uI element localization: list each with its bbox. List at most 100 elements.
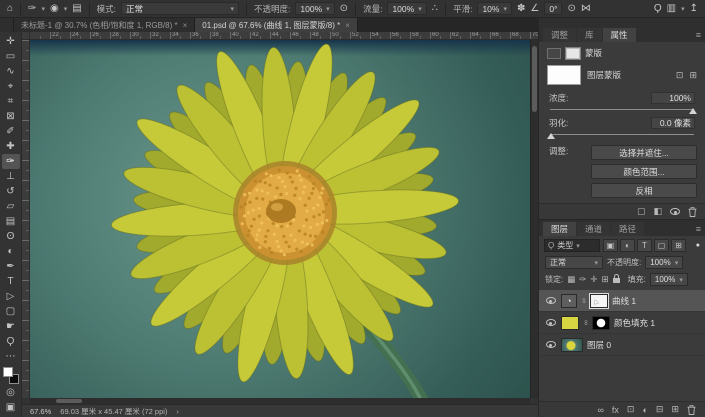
- layer-opacity-select[interactable]: 100% ▾: [645, 256, 683, 269]
- pressure-size-icon[interactable]: ⊙: [567, 1, 575, 17]
- layer-blend-mode-select[interactable]: 正常 ▾: [545, 256, 603, 269]
- selected-mask-icon[interactable]: [566, 48, 580, 59]
- history-brush-tool[interactable]: ↺: [2, 184, 20, 199]
- new-group-icon[interactable]: ⊟: [656, 404, 664, 415]
- filter-type-layers-icon[interactable]: T: [637, 239, 652, 252]
- panel-menu-icon[interactable]: ≡: [696, 28, 701, 42]
- mask-visibility-icon[interactable]: [670, 208, 680, 215]
- move-tool[interactable]: ✛: [2, 34, 20, 49]
- eraser-tool[interactable]: ▱: [2, 199, 20, 214]
- layer-mask-thumbnail[interactable]: [592, 316, 610, 330]
- vertical-scrollbar-thumb[interactable]: [532, 46, 537, 112]
- invert-button[interactable]: 反相: [591, 183, 697, 198]
- mask-thumbnail[interactable]: [547, 65, 581, 85]
- object-selection-tool[interactable]: ⌖: [2, 79, 20, 94]
- layer-visibility-toggle[interactable]: [544, 341, 557, 348]
- ruler-origin-corner[interactable]: [22, 32, 30, 40]
- layer-mask-thumbnail[interactable]: ➤: [590, 294, 608, 308]
- panel-menu-icon[interactable]: ≡: [696, 222, 701, 236]
- layers-tab[interactable]: 图层: [543, 222, 576, 236]
- select-and-mask-button[interactable]: 选择并遮住...: [591, 145, 697, 160]
- add-pixel-mask-icon[interactable]: ⊡: [676, 70, 684, 81]
- close-icon[interactable]: ×: [183, 21, 188, 30]
- lock-all-icon[interactable]: [613, 274, 620, 285]
- filter-adjustment-layers-icon[interactable]: ◐: [620, 239, 635, 252]
- clone-stamp-tool[interactable]: ⊥: [2, 169, 20, 184]
- delete-mask-icon[interactable]: [688, 207, 697, 217]
- layers-tab[interactable]: 路径: [611, 222, 644, 236]
- layer-row[interactable]: 图层 0: [539, 334, 705, 356]
- pressure-opacity-icon[interactable]: ⊙: [340, 1, 348, 17]
- pixel-mask-icon[interactable]: [547, 48, 561, 59]
- canvas[interactable]: [30, 40, 530, 398]
- airbrush-icon[interactable]: ∴: [432, 1, 438, 17]
- properties-tab[interactable]: 调整: [543, 28, 576, 42]
- search-icon[interactable]: Ϙ: [654, 1, 662, 17]
- add-vector-mask-icon[interactable]: ⊞: [689, 70, 697, 81]
- smoothing-options-gear-icon[interactable]: ✽: [517, 1, 525, 17]
- zoom-tool[interactable]: Ϙ: [2, 334, 20, 349]
- filter-pixel-layers-icon[interactable]: ▣: [603, 239, 618, 252]
- document-tab-01psd[interactable]: 01.psd @ 67.6% (曲线 1, 图层蒙版/8) * ×: [195, 18, 358, 32]
- filter-toggle-icon[interactable]: ●: [696, 242, 700, 249]
- feather-slider-thumb[interactable]: [547, 133, 555, 139]
- brush-angle-input[interactable]: 0°: [544, 2, 562, 15]
- curves-adjustment-icon[interactable]: ◔: [561, 294, 577, 308]
- eyedropper-tool[interactable]: ✐: [2, 124, 20, 139]
- lasso-tool[interactable]: ∿: [2, 64, 20, 79]
- layer-row[interactable]: ◔∞➤曲线 1: [539, 290, 705, 312]
- apply-mask-icon[interactable]: ◧: [653, 206, 662, 217]
- layer-filter-search[interactable]: Ϙ 类型 ▾: [544, 239, 600, 252]
- opacity-select[interactable]: 100% ▾: [295, 2, 334, 15]
- filter-shape-layers-icon[interactable]: ▢: [654, 239, 669, 252]
- brush-tool-icon[interactable]: ✑: [28, 1, 36, 17]
- healing-brush-tool[interactable]: ✚: [2, 139, 20, 154]
- smoothing-select[interactable]: 10% ▾: [477, 2, 512, 15]
- workspace-switcher-icon[interactable]: ▥: [667, 1, 676, 17]
- layer-visibility-toggle[interactable]: [544, 297, 557, 304]
- hand-tool[interactable]: ☛: [2, 319, 20, 334]
- layer-visibility-toggle[interactable]: [544, 319, 557, 326]
- quick-mask-icon[interactable]: ◎: [2, 385, 20, 400]
- frame-tool[interactable]: ⊠: [2, 109, 20, 124]
- color-fill-thumbnail[interactable]: [561, 316, 579, 330]
- blend-mode-select[interactable]: 正常 ▾: [121, 2, 239, 15]
- share-image-icon[interactable]: ↥: [690, 1, 698, 17]
- layer-fill-select[interactable]: 100% ▾: [650, 273, 688, 286]
- lock-transparency-icon[interactable]: ▦: [567, 274, 575, 285]
- rect-marquee-tool[interactable]: ▭: [2, 49, 20, 64]
- flow-select[interactable]: 100% ▾: [387, 2, 426, 15]
- horizontal-scrollbar-thumb[interactable]: [56, 399, 82, 403]
- home-icon[interactable]: ⌂: [7, 1, 13, 17]
- filter-smart-objects-icon[interactable]: ⊞: [671, 239, 686, 252]
- color-range-button[interactable]: 颜色范围...: [591, 164, 697, 179]
- brush-tool[interactable]: ✑: [2, 154, 20, 169]
- edit-toolbar-icon[interactable]: ⋯: [2, 349, 20, 364]
- density-slider-thumb[interactable]: [689, 108, 697, 114]
- screen-mode-icon[interactable]: ▣: [2, 400, 20, 415]
- vertical-scrollbar[interactable]: [530, 40, 538, 398]
- new-adjustment-layer-icon[interactable]: ◐: [642, 405, 647, 415]
- lock-position-icon[interactable]: ✛: [590, 274, 597, 285]
- crop-tool[interactable]: ⌗: [2, 94, 20, 109]
- brush-preset-picker-icon[interactable]: ◉: [50, 1, 59, 17]
- dodge-tool[interactable]: ◐: [2, 244, 20, 259]
- gradient-tool[interactable]: ▤: [2, 214, 20, 229]
- properties-tab[interactable]: 库: [577, 28, 602, 42]
- layer-row[interactable]: ∞颜色填充 1: [539, 312, 705, 334]
- layers-tab[interactable]: 通道: [577, 222, 610, 236]
- mask-selection-icon[interactable]: ▢: [637, 206, 646, 217]
- close-icon[interactable]: ×: [345, 21, 350, 30]
- paint-symmetry-icon[interactable]: ⋈: [581, 1, 591, 17]
- link-layers-icon[interactable]: ∞: [597, 405, 603, 415]
- shape-tool[interactable]: ▢: [2, 304, 20, 319]
- density-slider[interactable]: [550, 106, 694, 115]
- path-selection-tool[interactable]: ▷: [2, 289, 20, 304]
- lock-artboard-icon[interactable]: ⊞: [602, 274, 609, 285]
- color-swatches[interactable]: [3, 367, 19, 384]
- horizontal-ruler[interactable]: 2224262830323436384042444648505254565860…: [30, 32, 538, 40]
- feather-value[interactable]: 0.0 像素: [651, 117, 695, 129]
- pen-tool[interactable]: ✒: [2, 259, 20, 274]
- blur-tool[interactable]: ʘ: [2, 229, 20, 244]
- foreground-color-swatch[interactable]: [3, 367, 13, 377]
